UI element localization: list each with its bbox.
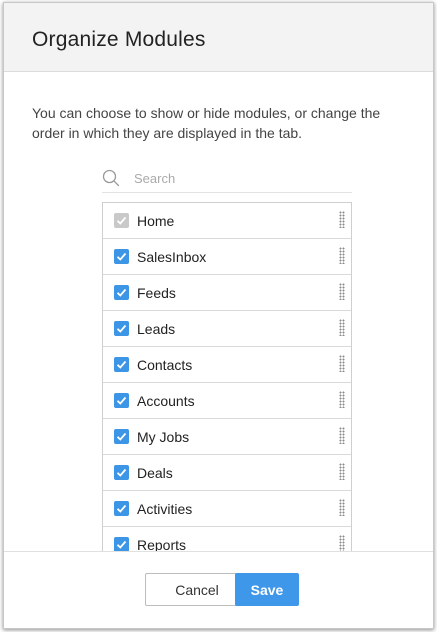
search-box — [102, 166, 352, 193]
module-label: Home — [137, 213, 175, 229]
drag-handle-icon[interactable] — [339, 283, 345, 300]
module-label: Contacts — [137, 357, 193, 373]
drag-handle-icon[interactable] — [339, 355, 345, 372]
module-checkbox[interactable] — [114, 537, 129, 551]
drag-handle-icon[interactable] — [339, 427, 345, 444]
check-icon — [116, 360, 127, 369]
module-checkbox[interactable] — [114, 429, 129, 444]
module-row[interactable]: My Jobs — [103, 419, 351, 455]
check-icon — [116, 540, 127, 549]
search-icon — [102, 169, 120, 187]
save-button[interactable]: Save — [235, 573, 299, 606]
check-icon — [116, 504, 127, 513]
module-row[interactable]: Feeds — [103, 275, 351, 311]
module-label: My Jobs — [137, 429, 190, 445]
module-checkbox[interactable] — [114, 285, 129, 300]
module-checkbox[interactable] — [114, 501, 129, 516]
drag-handle-icon[interactable] — [339, 247, 345, 264]
module-checkbox[interactable] — [114, 393, 129, 408]
module-row[interactable]: Home — [103, 203, 351, 239]
check-icon — [116, 468, 127, 477]
search-input[interactable] — [132, 166, 346, 190]
organize-modules-dialog: Organize Modules You can choose to show … — [3, 2, 434, 629]
dialog-header: Organize Modules — [4, 3, 433, 72]
check-icon — [116, 288, 127, 297]
check-icon — [116, 252, 127, 261]
check-icon — [116, 216, 127, 225]
drag-handle-icon[interactable] — [339, 319, 345, 336]
module-row[interactable]: Activities — [103, 491, 351, 527]
module-label: Activities — [137, 501, 193, 517]
module-row[interactable]: Accounts — [103, 383, 351, 419]
module-label: Accounts — [137, 393, 195, 409]
drag-handle-icon[interactable] — [339, 463, 345, 480]
module-checkbox[interactable] — [114, 465, 129, 480]
module-label: Feeds — [137, 285, 176, 301]
drag-handle-icon[interactable] — [339, 211, 345, 228]
check-icon — [116, 324, 127, 333]
dialog-title: Organize Modules — [32, 28, 206, 51]
module-label: Reports — [137, 537, 187, 551]
module-row[interactable]: Leads — [103, 311, 351, 347]
check-icon — [116, 432, 127, 441]
drag-handle-icon[interactable] — [339, 499, 345, 516]
module-label: SalesInbox — [137, 249, 207, 265]
check-icon — [116, 396, 127, 405]
module-label: Deals — [137, 465, 173, 481]
footer-divider — [4, 551, 433, 552]
module-list: Home SalesInbox Feeds Leads Contacts Acc… — [102, 202, 352, 551]
drag-handle-icon[interactable] — [339, 391, 345, 408]
drag-handle-icon[interactable] — [339, 535, 345, 551]
module-label: Leads — [137, 321, 176, 337]
module-row[interactable]: Deals — [103, 455, 351, 491]
module-checkbox[interactable] — [114, 249, 129, 264]
module-row[interactable]: SalesInbox — [103, 239, 351, 275]
module-checkbox[interactable] — [114, 213, 129, 228]
module-checkbox[interactable] — [114, 321, 129, 336]
module-row[interactable]: Contacts — [103, 347, 351, 383]
dialog-description: You can choose to show or hide modules, … — [32, 105, 381, 141]
cancel-button[interactable]: Cancel — [145, 573, 249, 606]
module-checkbox[interactable] — [114, 357, 129, 372]
module-row[interactable]: Reports — [103, 527, 351, 551]
